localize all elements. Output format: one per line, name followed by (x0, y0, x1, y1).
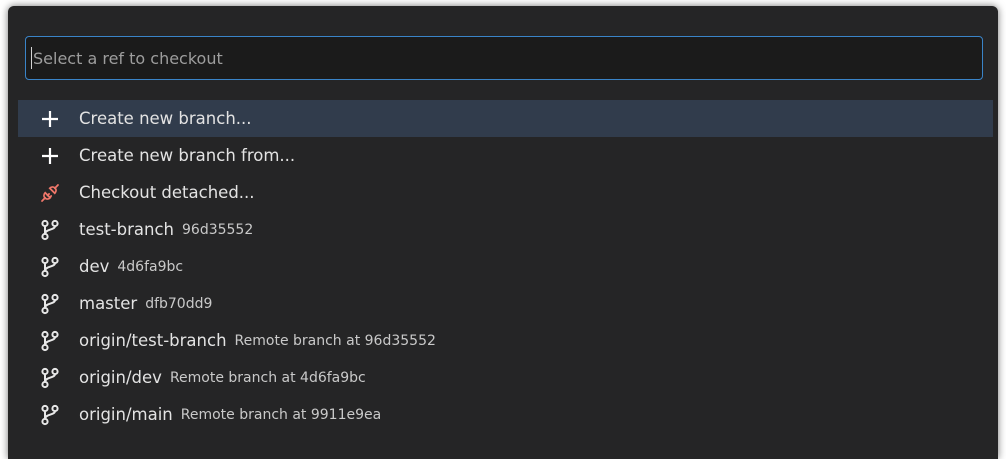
branch-item-origin-test-branch[interactable]: origin/test-branch Remote branch at 96d3… (18, 322, 993, 359)
ref-search-input[interactable] (33, 48, 933, 68)
item-label: origin/dev (79, 368, 162, 387)
git-branch-icon (36, 364, 64, 392)
item-label: dev (79, 257, 110, 276)
item-description: 96d35552 (182, 221, 254, 238)
branch-item-dev[interactable]: dev 4d6fa9bc (18, 248, 993, 285)
item-label: origin/test-branch (79, 331, 227, 350)
branch-item-origin-main[interactable]: origin/main Remote branch at 9911e9ea (18, 396, 993, 433)
add-icon (36, 142, 64, 170)
git-branch-icon (36, 290, 64, 318)
checkout-detached-item[interactable]: Checkout detached... (18, 174, 993, 211)
branch-item-origin-dev[interactable]: origin/dev Remote branch at 4d6fa9bc (18, 359, 993, 396)
git-branch-icon (36, 401, 64, 429)
add-icon (36, 105, 64, 133)
git-branch-icon (36, 216, 64, 244)
item-label: Create new branch... (79, 109, 252, 128)
item-description: 4d6fa9bc (117, 258, 184, 275)
debug-disconnect-icon (36, 179, 64, 207)
quick-pick-panel: Create new branch... Create new branch f… (8, 6, 998, 459)
git-branch-icon (36, 327, 64, 355)
item-description: dfb70dd9 (145, 295, 213, 312)
item-description: Remote branch at 4d6fa9bc (169, 369, 366, 386)
item-label: Create new branch from... (79, 146, 296, 165)
branch-item-master[interactable]: master dfb70dd9 (18, 285, 993, 322)
text-cursor (31, 47, 32, 69)
git-branch-icon (36, 253, 64, 281)
ref-list: Create new branch... Create new branch f… (18, 100, 993, 433)
item-label: test-branch (79, 220, 174, 239)
item-label: master (79, 294, 138, 313)
item-label: origin/main (79, 405, 173, 424)
item-description: Remote branch at 9911e9ea (180, 406, 382, 423)
branch-item-test-branch[interactable]: test-branch 96d35552 (18, 211, 993, 248)
create-new-branch-item[interactable]: Create new branch... (18, 100, 993, 137)
item-label: Checkout detached... (79, 183, 255, 202)
ref-search-box[interactable] (25, 36, 983, 80)
item-description: Remote branch at 96d35552 (234, 332, 436, 349)
create-new-branch-from-item[interactable]: Create new branch from... (18, 137, 993, 174)
